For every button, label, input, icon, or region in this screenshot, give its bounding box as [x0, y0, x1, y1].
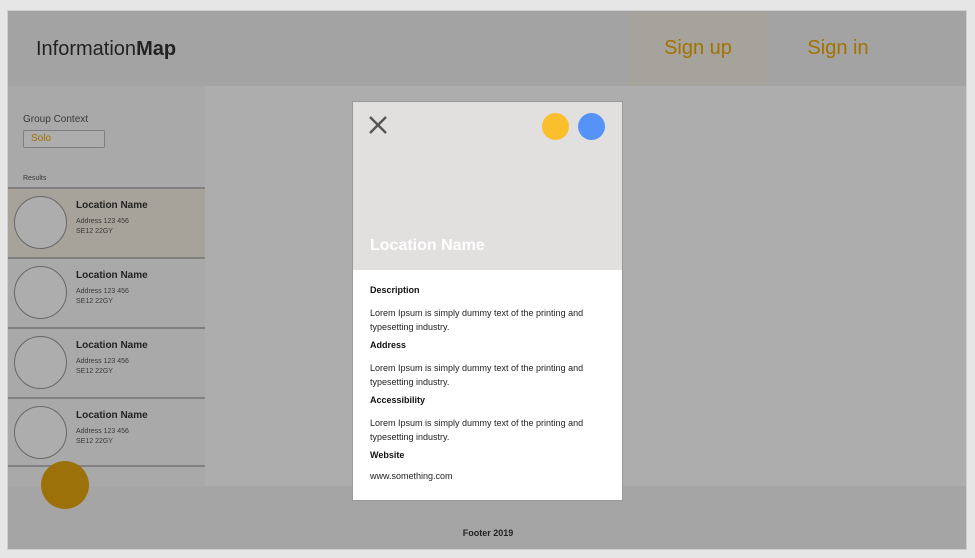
modal-body: Description Lorem Ipsum is simply dummy … [370, 285, 610, 481]
close-icon[interactable] [367, 114, 389, 136]
yellow-dot-button[interactable] [542, 113, 569, 140]
description-text: Lorem Ipsum is simply dummy text of the … [370, 308, 584, 332]
accessibility-text: Lorem Ipsum is simply dummy text of the … [370, 418, 584, 442]
accessibility-heading: Accessibility [370, 395, 426, 405]
description-heading: Description [370, 285, 420, 295]
address-heading: Address [370, 340, 407, 350]
website-heading: Website [370, 450, 405, 460]
app-frame: InformationMap Sign up Sign in Group Con… [7, 10, 967, 550]
modal-header: Location Name [353, 102, 622, 270]
website-link[interactable]: www.something.com [370, 471, 610, 481]
address-text: Lorem Ipsum is simply dummy text of the … [370, 363, 584, 387]
blue-dot-button[interactable] [578, 113, 605, 140]
modal-title: Location Name [370, 237, 485, 254]
location-modal: Location Name Description Lorem Ipsum is… [352, 101, 623, 501]
